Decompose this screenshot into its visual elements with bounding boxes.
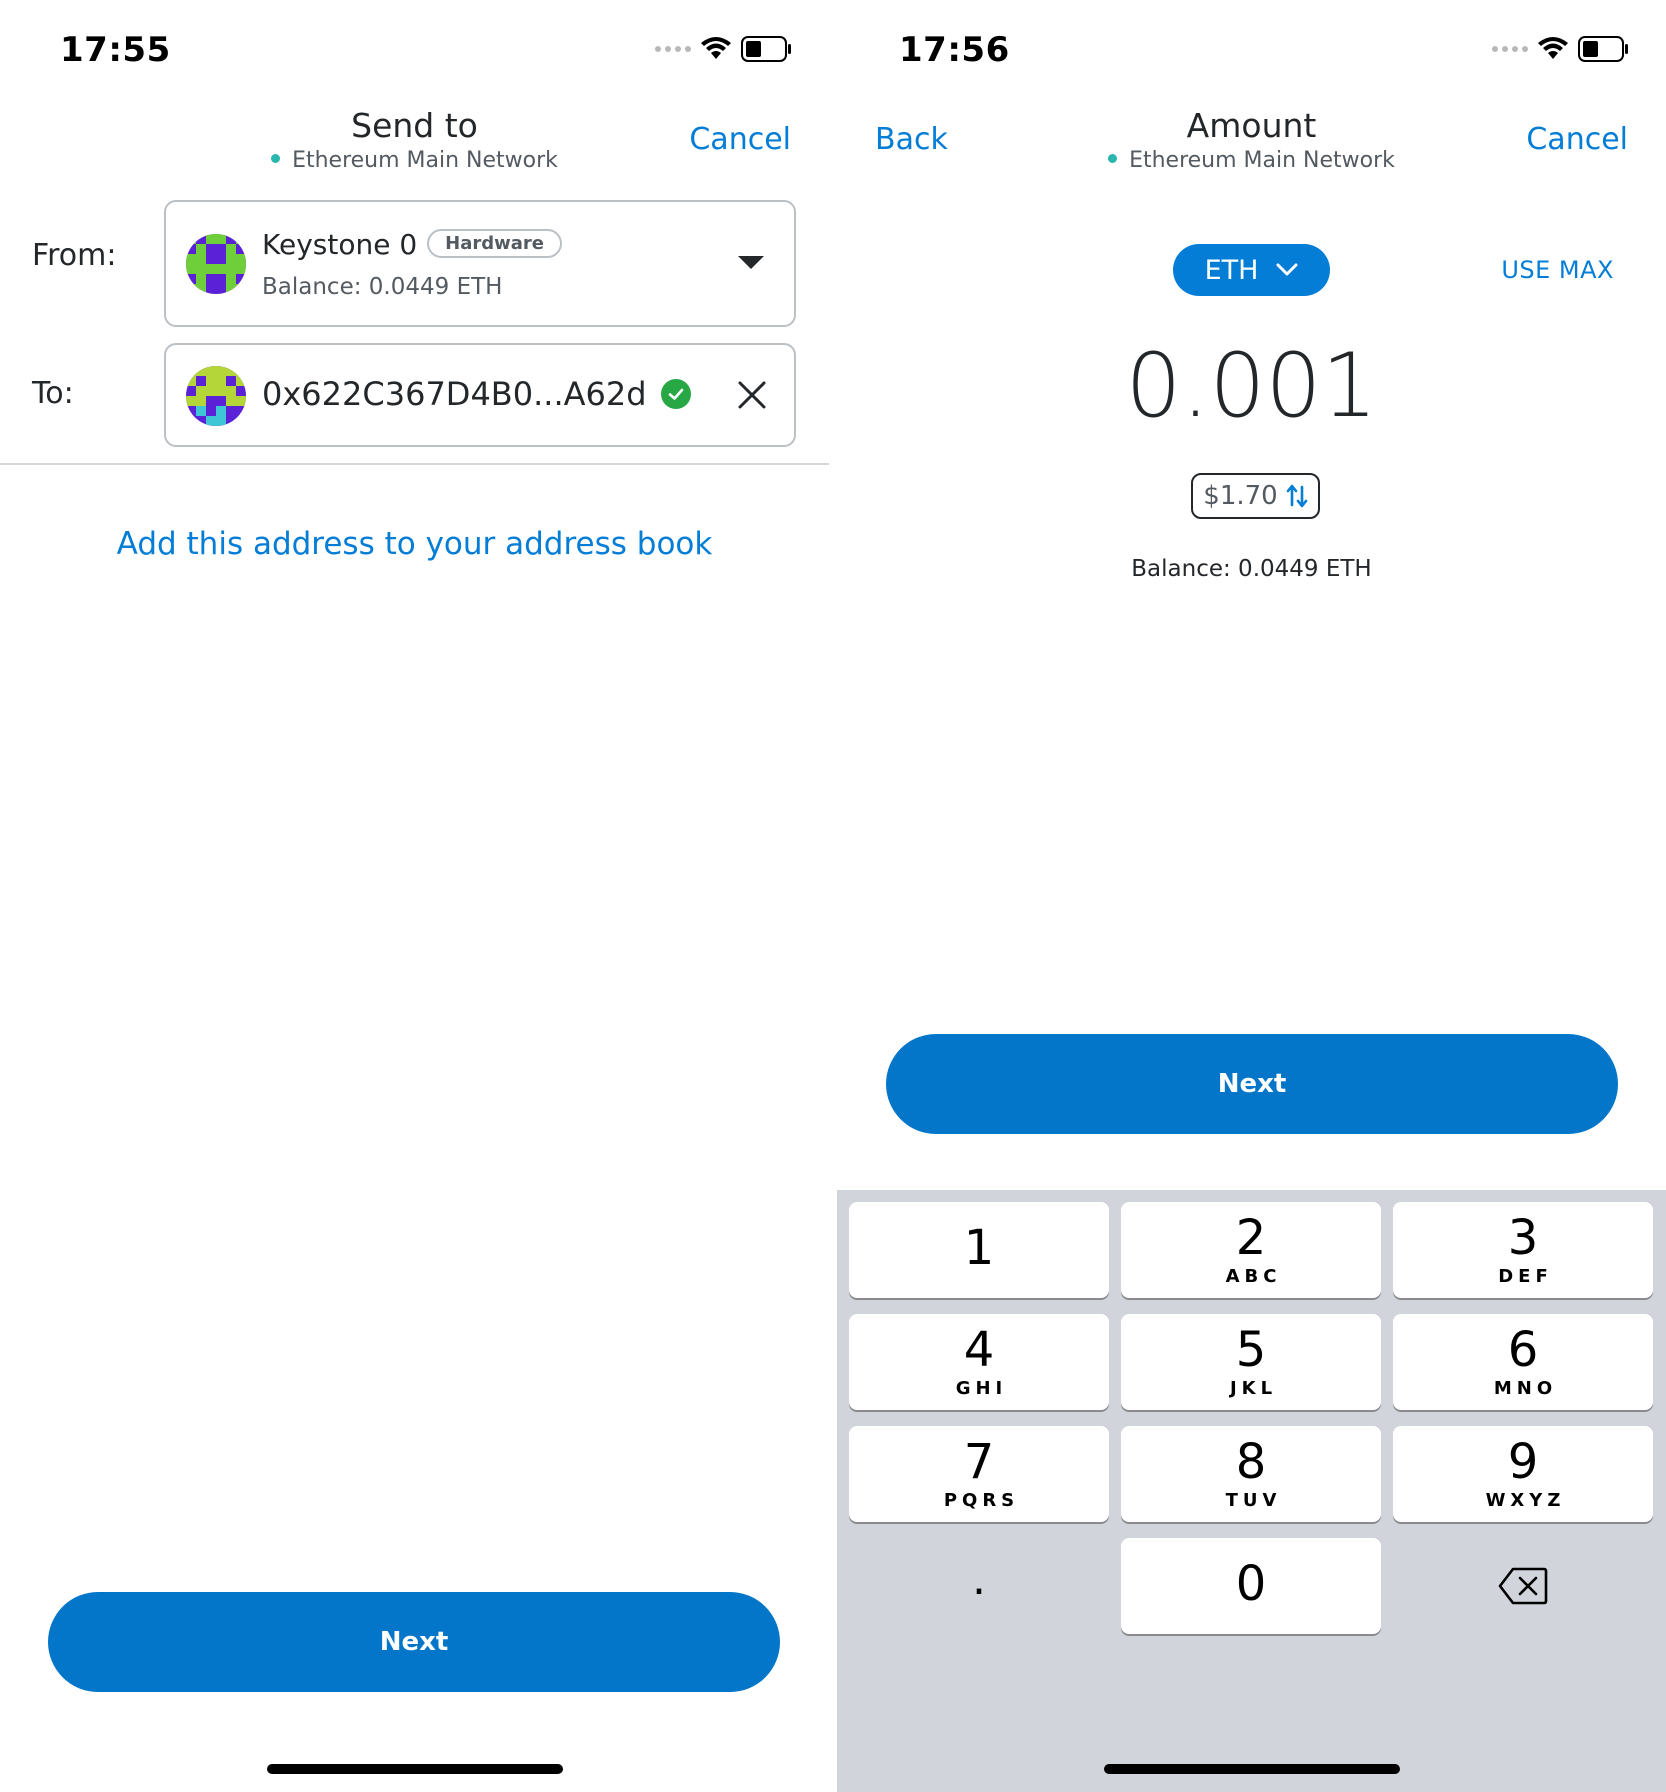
backspace-icon	[1498, 1567, 1548, 1605]
status-icons	[655, 36, 793, 62]
wifi-icon	[701, 37, 731, 59]
key-6[interactable]: 6 MNO	[1393, 1314, 1653, 1410]
status-time: 17:56	[899, 30, 1010, 70]
next-button[interactable]: Next	[48, 1592, 780, 1692]
wifi-icon	[1538, 37, 1568, 59]
caret-down-icon	[738, 256, 764, 269]
next-button[interactable]: Next	[886, 1034, 1618, 1134]
check-circle-icon	[660, 379, 691, 409]
to-address-field[interactable]: 0x622C367D4B0...A62d	[164, 343, 796, 447]
account-balance: Balance: 0.0449 ETH	[262, 274, 503, 300]
key-5[interactable]: 5 JKL	[1121, 1314, 1381, 1410]
key-4[interactable]: 4 GHI	[849, 1314, 1109, 1410]
cancel-button[interactable]: Cancel	[689, 122, 791, 157]
fiat-value: $1.70	[1203, 481, 1278, 511]
token-symbol: ETH	[1204, 254, 1259, 286]
hardware-badge: Hardware	[427, 228, 562, 258]
key-8[interactable]: 8 TUV	[1121, 1426, 1381, 1522]
key-9[interactable]: 9 WXYZ	[1393, 1426, 1653, 1522]
token-selector[interactable]: ETH	[1173, 244, 1330, 296]
recipient-address-row: 0x622C367D4B0...A62d	[262, 375, 691, 413]
battery-icon	[1578, 36, 1628, 62]
battery-icon	[741, 36, 791, 62]
key-3[interactable]: 3 DEF	[1393, 1202, 1653, 1298]
from-account-selector[interactable]: Keystone 0 Hardware Balance: 0.0449 ETH	[164, 200, 796, 327]
to-label: To:	[32, 376, 74, 411]
recipient-address: 0x622C367D4B0...A62d	[262, 375, 647, 413]
numeric-keypad: 1 2 ABC 3 DEF 4 GHI 5 JKL 6 MNO 7 PQRS 8…	[837, 1190, 1666, 1792]
cellular-signal-icon	[655, 46, 691, 52]
amount-input[interactable]: 0.001	[837, 334, 1666, 437]
key-7[interactable]: 7 PQRS	[849, 1426, 1109, 1522]
from-label: From:	[32, 238, 117, 273]
network-status-dot	[271, 153, 281, 163]
home-indicator	[266, 1764, 563, 1774]
key-decimal[interactable]: .	[849, 1538, 1109, 1634]
cellular-signal-icon	[1492, 46, 1528, 52]
key-0[interactable]: 0	[1121, 1538, 1381, 1634]
key-backspace[interactable]	[1393, 1538, 1653, 1634]
home-indicator	[1103, 1764, 1400, 1774]
chevron-down-icon	[1276, 263, 1298, 276]
amount-screen: 17:56 Back Amount Ethereum Main Network …	[837, 0, 1666, 1792]
fiat-toggle[interactable]: $1.70	[1191, 473, 1320, 519]
use-max-button[interactable]: USE MAX	[1501, 256, 1614, 284]
status-icons	[1492, 36, 1630, 62]
swap-vertical-icon	[1286, 484, 1308, 508]
network-name: Ethereum Main Network	[1129, 148, 1395, 173]
account-name: Keystone 0	[262, 228, 418, 261]
section-divider	[0, 463, 829, 465]
account-name-row: Keystone 0 Hardware	[262, 228, 562, 261]
key-2[interactable]: 2 ABC	[1121, 1202, 1381, 1298]
key-1[interactable]: 1	[849, 1202, 1109, 1298]
close-icon[interactable]	[736, 379, 768, 411]
account-avatar	[186, 234, 246, 294]
balance-label: Balance: 0.0449 ETH	[1131, 556, 1372, 582]
network-name: Ethereum Main Network	[292, 148, 558, 173]
network-status-dot	[1108, 153, 1118, 163]
add-to-address-book-link[interactable]: Add this address to your address book	[0, 526, 829, 562]
cancel-button[interactable]: Cancel	[1526, 122, 1628, 157]
recipient-avatar	[186, 366, 246, 426]
send-to-screen: 17:55 Send to Ethereum Main Network Canc…	[0, 0, 829, 1792]
status-time: 17:55	[60, 30, 171, 70]
